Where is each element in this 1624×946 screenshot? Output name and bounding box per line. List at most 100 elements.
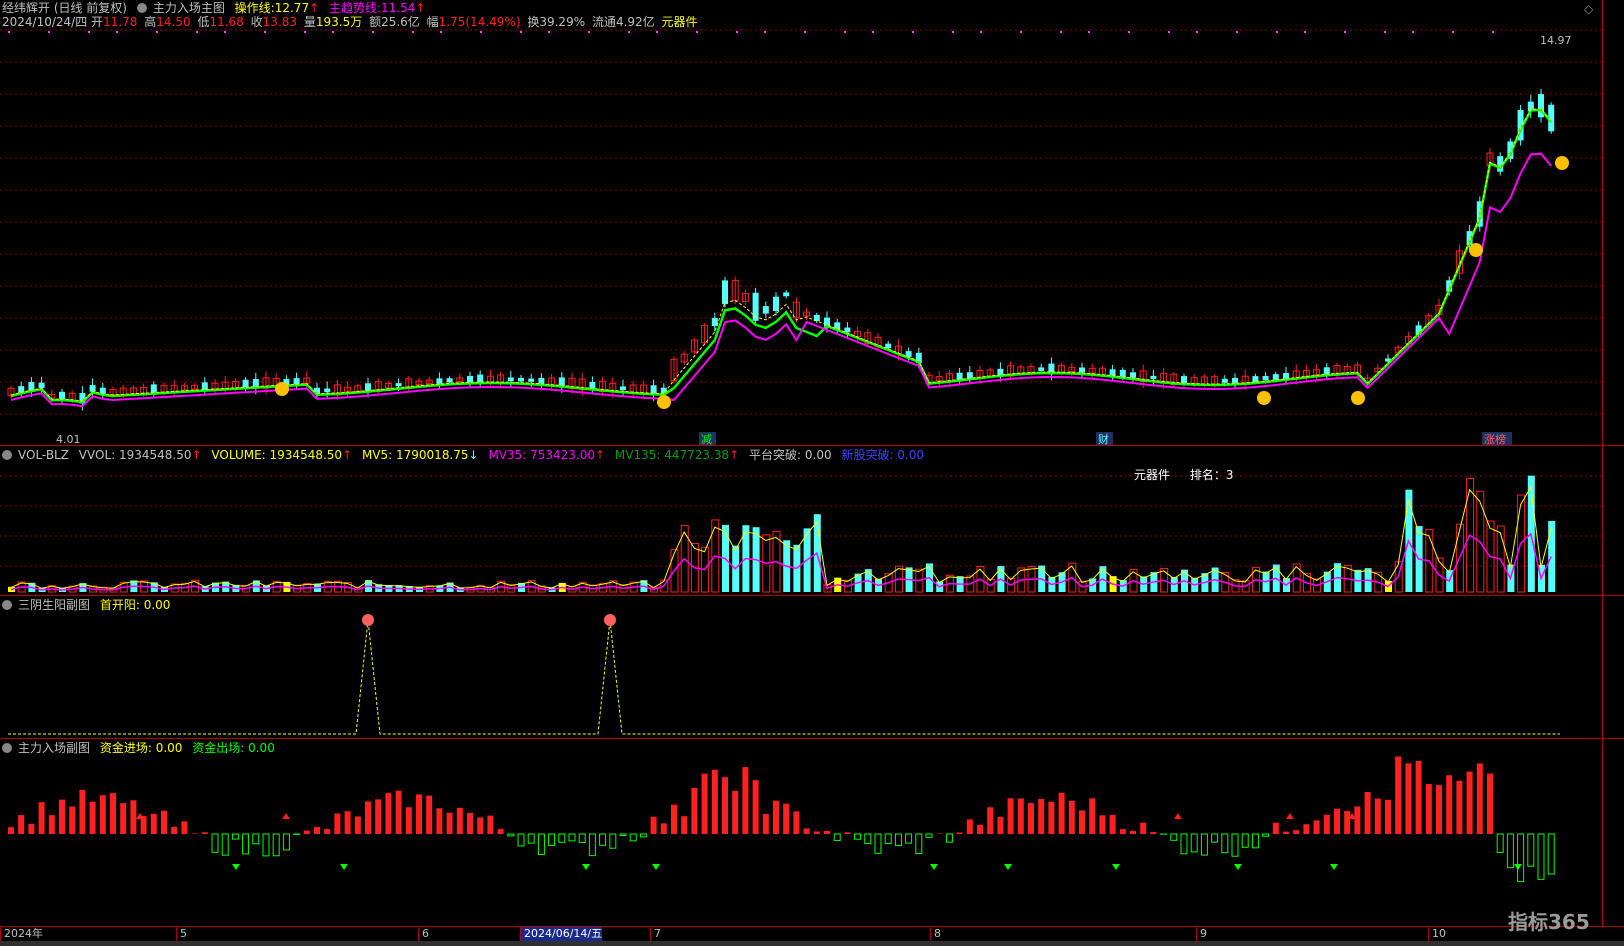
fund-bar (1190, 833, 1198, 853)
fund-bar (446, 812, 453, 834)
down-arrow-icon (1514, 864, 1522, 870)
settings-icon[interactable] (2, 600, 12, 610)
fund-bar (987, 807, 994, 834)
fund-bar (1476, 763, 1483, 834)
up-arrow-icon (136, 813, 144, 819)
date-axis[interactable]: 2024年 5 6 2024/06/14/五 7 8 9 10 (0, 926, 1624, 941)
fund-bar (803, 828, 810, 834)
smiley-icon (1555, 156, 1569, 170)
fund-chart[interactable] (0, 739, 1624, 925)
settings-icon[interactable] (2, 450, 12, 460)
fund-bar (1527, 833, 1535, 867)
fund-pane[interactable]: 主力入场副图 资金进场: 0.00 资金出场: 0.00 (0, 739, 1624, 925)
top-dot (1276, 31, 1278, 33)
candle-body (773, 296, 779, 312)
candle-body (1221, 378, 1228, 383)
fund-bar (844, 832, 851, 834)
smiley-icon (1469, 243, 1483, 257)
brand-logo: 指标365 (1508, 910, 1590, 934)
sector-name[interactable]: 元器件 (662, 15, 698, 29)
fund-bar (854, 833, 862, 840)
fund-bar (599, 833, 607, 846)
fund-bar (578, 833, 586, 843)
candle-body (589, 381, 596, 389)
fund-bar (416, 794, 422, 834)
close-value: 13.83 (262, 15, 298, 29)
price-chart[interactable]: 14.97 4.01 减 财 涨榜 (0, 0, 1624, 445)
signal-line (8, 619, 1560, 735)
new-stock-value: 新股突破: 0.00 (841, 448, 925, 462)
top-dot (116, 31, 118, 33)
fund-bar (1200, 833, 1208, 856)
price-pane[interactable]: 14.97 4.01 减财涨榜 经纬辉开 (日线 前复权) 主力入场主图 操作线:1… (0, 0, 1624, 446)
fund-bar (1517, 833, 1525, 883)
top-dot (764, 31, 766, 33)
down-arrow-icon (232, 864, 240, 870)
candle-body (1109, 369, 1116, 377)
expand-icon[interactable]: ◇ (1584, 2, 1593, 16)
float-value: 4.92亿 (615, 15, 655, 29)
fund-bar (1068, 800, 1075, 834)
vol-name[interactable]: VOL-BLZ (18, 448, 69, 462)
fund-bar (722, 777, 728, 834)
high-value: 14.50 (156, 15, 191, 29)
fund-bar (732, 790, 739, 834)
candle-body (528, 378, 535, 382)
platform-value: 平台突破: 0.00 (749, 448, 832, 462)
top-dot (804, 31, 806, 33)
bottom-tab-bar[interactable] (0, 941, 1624, 946)
high-label: 14.97 (1540, 34, 1572, 47)
candle-body (395, 383, 402, 387)
date-tick: 2024年 (0, 927, 43, 941)
fund-bar (59, 799, 65, 834)
candle-body (1252, 376, 1259, 382)
smiley-icon (275, 382, 289, 396)
volume-chart[interactable] (0, 446, 1624, 595)
down-arrow-icon (1330, 864, 1338, 870)
fund-bar (1446, 775, 1453, 834)
fund-bar (691, 787, 698, 834)
volume-pane[interactable]: VOL-BLZ VVOL: 1934548.50↑ VOLUME: 193454… (0, 446, 1624, 596)
sanyin-name[interactable]: 三阴生阳副图 (18, 598, 90, 612)
low-label: 4.01 (56, 433, 81, 445)
indicator-name[interactable]: 主力入场主图 (153, 1, 225, 15)
candle-body (844, 327, 851, 333)
settings-icon[interactable] (136, 3, 147, 13)
change-value: 1.75(14.49%) (438, 15, 521, 29)
top-dot (48, 31, 50, 33)
sector-rank: 元器件 排名：3 (1134, 466, 1233, 483)
fund-bar (48, 815, 55, 834)
fund-bar (1048, 801, 1055, 834)
fund-bar (1180, 833, 1188, 855)
settings-icon[interactable] (2, 743, 12, 753)
fund-name[interactable]: 主力入场副图 (18, 741, 90, 755)
mv5-value: MV5: 1790018.75 (361, 448, 469, 462)
fund-bar (629, 833, 637, 842)
signal-icon (362, 614, 374, 626)
sanyin-chart[interactable] (0, 596, 1624, 738)
volume-bar (1548, 521, 1556, 592)
fund-bar (1466, 771, 1473, 834)
candle-body (722, 280, 728, 305)
volume-value: 193.5万 (315, 15, 363, 29)
fund-bar (1334, 808, 1340, 834)
fund-bar (1140, 822, 1147, 834)
top-dot (1304, 31, 1306, 33)
top-dot (1384, 31, 1386, 33)
fund-bar (354, 816, 361, 834)
top-dot (1020, 31, 1022, 33)
fund-bar (548, 833, 556, 846)
mv5-line (10, 485, 1552, 589)
smiley-icon (1351, 391, 1365, 405)
fund-bar (1395, 756, 1402, 834)
top-dot (952, 31, 954, 33)
fund-bar (1211, 833, 1219, 843)
rank-value: 排名：3 (1189, 468, 1234, 482)
top-dot (1196, 31, 1198, 33)
fund-bar (1079, 810, 1085, 834)
sanyin-pane[interactable]: 三阴生阳副图 首开阳: 0.00 (0, 596, 1624, 739)
fund-bar (609, 833, 617, 849)
fund-bar (181, 821, 188, 834)
amount-label: 额 (369, 15, 382, 29)
top-dot (588, 31, 590, 33)
